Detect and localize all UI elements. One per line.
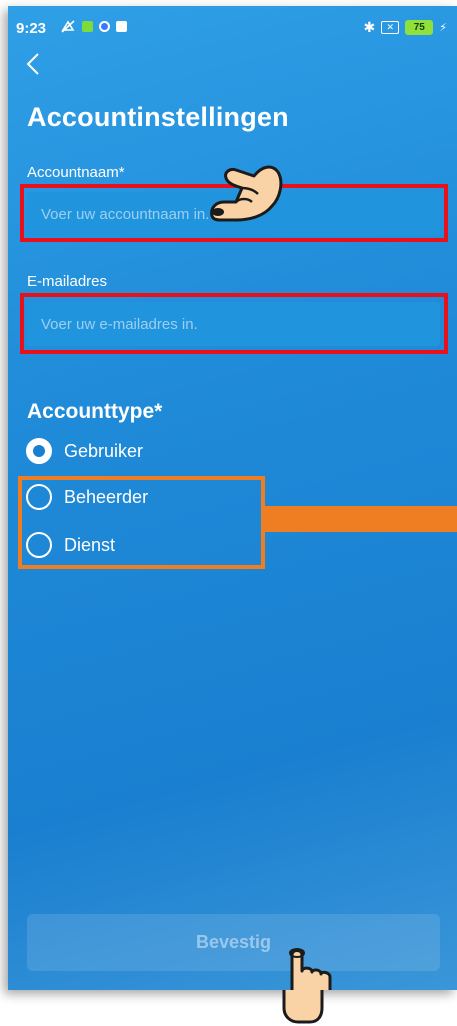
status-icons-right: ✱ ✕ 75 ⚡ bbox=[364, 19, 447, 36]
image-icon bbox=[116, 21, 127, 32]
page-title: Accountinstellingen bbox=[27, 102, 289, 132]
bluetooth-icon: ✱ bbox=[363, 19, 376, 35]
radio-option-dienst[interactable]: Dienst bbox=[26, 532, 115, 558]
radio-unchecked-icon[interactable] bbox=[26, 532, 52, 558]
radio-label: Beheerder bbox=[64, 486, 149, 507]
app-screen: 9:23 ✱ ✕ 75 ⚡ Accountinstellingen Accoun… bbox=[8, 6, 457, 990]
tap-hand-lower-icon bbox=[282, 990, 324, 1024]
battery-indicator: 75 bbox=[405, 20, 434, 35]
location-icon bbox=[99, 21, 110, 32]
tap-hand-icon bbox=[289, 948, 332, 990]
radio-option-beheerder[interactable]: Beheerder bbox=[26, 484, 148, 510]
silent-icon bbox=[61, 20, 75, 33]
confirm-button[interactable]: Bevestig bbox=[27, 914, 440, 971]
radio-label: Gebruiker bbox=[64, 440, 144, 461]
sim-icon: ✕ bbox=[381, 21, 400, 34]
orange-callout-arrow bbox=[265, 506, 457, 532]
status-time: 9:23 bbox=[16, 20, 47, 37]
email-label: E-mailadres bbox=[27, 273, 108, 290]
pointing-hand-icon bbox=[210, 165, 283, 222]
app-notification-icon bbox=[82, 21, 93, 32]
radio-unchecked-icon[interactable] bbox=[26, 484, 52, 510]
chevron-left-icon bbox=[26, 53, 39, 75]
radio-label: Dienst bbox=[64, 534, 116, 555]
account-type-title: Accounttype* bbox=[27, 400, 163, 423]
radio-checked-icon[interactable] bbox=[26, 438, 52, 464]
status-bar: 9:23 ✱ ✕ 75 ⚡ bbox=[8, 6, 457, 42]
status-icons-left bbox=[60, 20, 127, 33]
account-name-label: Accountnaam* bbox=[27, 164, 125, 181]
back-button[interactable] bbox=[26, 52, 50, 80]
charging-icon: ⚡ bbox=[439, 22, 447, 34]
email-input[interactable] bbox=[27, 302, 440, 346]
radio-option-gebruiker[interactable]: Gebruiker bbox=[26, 438, 143, 464]
